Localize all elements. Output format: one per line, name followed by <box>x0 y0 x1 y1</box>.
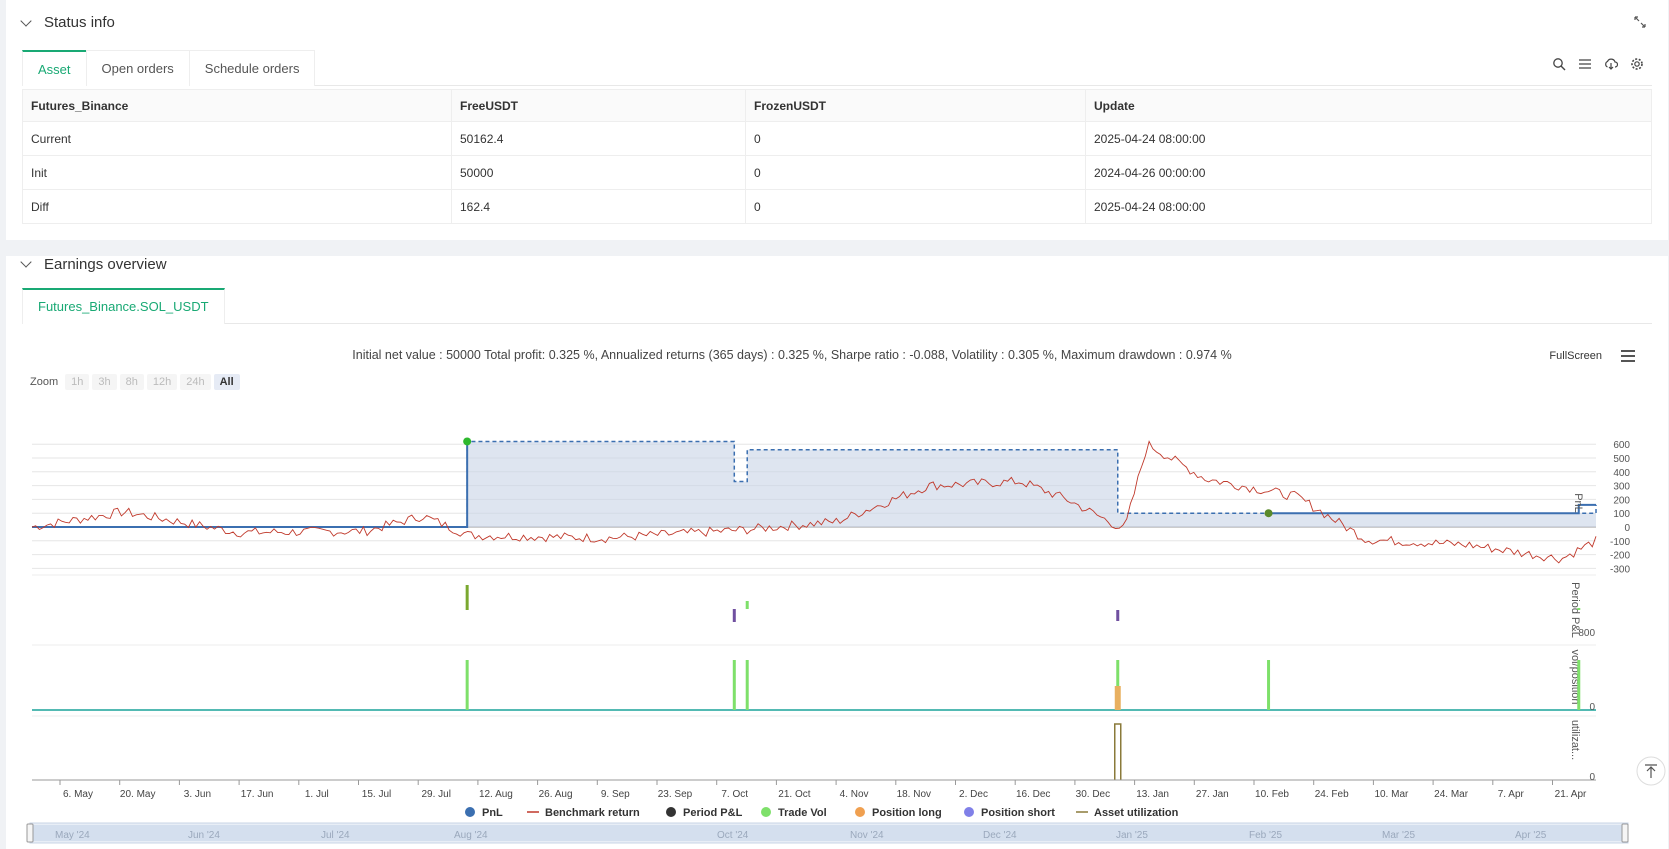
x-tick-label: 1. Jul <box>305 789 329 800</box>
legend-swatch[interactable] <box>964 807 974 817</box>
legend-item[interactable]: Position short <box>981 807 1055 819</box>
navigator-label: Jan '25 <box>1116 830 1148 841</box>
navigator-label: Jul '24 <box>321 830 350 841</box>
legend-swatch[interactable] <box>465 807 475 817</box>
pnl-marker <box>463 437 472 446</box>
period-pnl-bar <box>1577 608 1581 610</box>
pnl-line <box>1268 503 1596 515</box>
pane-label: utilizat... <box>1569 720 1581 760</box>
legend-swatch[interactable] <box>666 807 676 817</box>
y-tick-label: 500 <box>1613 454 1630 465</box>
trade-vol-bar <box>732 660 736 710</box>
x-tick-label: 15. Jul <box>362 789 391 800</box>
y-tick-label: -200 <box>1610 551 1630 562</box>
pane-label: PnL <box>1572 493 1584 513</box>
navigator-label: Nov '24 <box>850 830 884 841</box>
x-tick-label: 17. Jun <box>241 789 274 800</box>
navigator-handle-right[interactable] <box>1621 823 1629 843</box>
x-tick-label: 6. May <box>63 789 93 800</box>
x-tick-label: 23. Sep <box>658 789 693 800</box>
x-tick-label: 29. Jul <box>421 789 450 800</box>
navigator-label: Oct '24 <box>717 830 749 841</box>
x-tick-label: 7. Apr <box>1498 789 1525 800</box>
navigator-label: Feb '25 <box>1249 830 1282 841</box>
x-tick-label: 3. Jun <box>184 789 211 800</box>
legend-item[interactable]: Benchmark return <box>545 807 640 819</box>
trade-vol-bar <box>1577 660 1581 710</box>
x-tick-label: 24. Feb <box>1315 789 1349 800</box>
pnl-line <box>32 441 469 528</box>
earnings-chart: 600 500 400 300 200 100 0 -100 -200 -300 PnL Period… <box>26 437 1666 844</box>
navigator-label: Dec '24 <box>983 830 1017 841</box>
legend-item[interactable]: Asset utilization <box>1094 807 1179 819</box>
x-tick-label: 21. Oct <box>778 789 810 800</box>
y-tick-label: 600 <box>1613 440 1630 451</box>
navigator-label: Jun '24 <box>188 830 220 841</box>
position-long-bar <box>1114 686 1121 710</box>
y-tick-label: 0 <box>1624 523 1630 534</box>
legend-swatch[interactable] <box>855 807 865 817</box>
period-pnl-bar <box>465 585 469 610</box>
navigator-label: Mar '25 <box>1382 830 1415 841</box>
legend-item[interactable]: PnL <box>482 807 503 819</box>
trade-vol-bar <box>745 660 749 710</box>
x-tick-label: 12. Aug <box>479 789 513 800</box>
legend-item[interactable]: Trade Vol <box>778 807 827 819</box>
x-tick-label: 20. May <box>120 789 156 800</box>
x-tick-label: 18. Nov <box>897 789 931 800</box>
asset-utilization-line <box>1114 723 1122 780</box>
legend-swatch[interactable] <box>761 807 771 817</box>
navigator-label: Apr '25 <box>1515 830 1547 841</box>
x-tick-label: 27. Jan <box>1196 789 1229 800</box>
y-tick-label: -300 <box>1610 564 1630 575</box>
legend-item[interactable]: Position long <box>872 807 942 819</box>
pnl-marker <box>1264 509 1273 518</box>
navigator-label: Aug '24 <box>454 830 488 841</box>
y-tick-label: 100 <box>1613 509 1630 520</box>
trade-vol-bar <box>465 660 469 710</box>
x-tick-label: 24. Mar <box>1434 789 1469 800</box>
y-tick-label: 400 <box>1613 468 1630 479</box>
x-tick-label: 30. Dec <box>1076 789 1110 800</box>
y-tick-label: 300 <box>1613 482 1630 493</box>
period-pnl-bar <box>745 601 749 609</box>
period-axis-label: -800 <box>1575 628 1595 639</box>
trade-vol-bar <box>1267 660 1271 710</box>
util-axis-label: 0 <box>1589 772 1595 783</box>
x-tick-label: 10. Mar <box>1374 789 1409 800</box>
x-tick-label: 21. Apr <box>1555 789 1587 800</box>
x-tick-label: 13. Jan <box>1136 789 1169 800</box>
x-tick-label: 10. Feb <box>1255 789 1289 800</box>
x-tick-label: 7. Oct <box>721 789 748 800</box>
legend-item[interactable]: Period P&L <box>683 807 743 819</box>
y-tick-label: 200 <box>1613 495 1630 506</box>
x-tick-label: 4. Nov <box>840 789 869 800</box>
period-pnl-bar <box>732 609 736 622</box>
x-tick-label: 16. Dec <box>1016 789 1050 800</box>
x-tick-label: 9. Sep <box>601 789 630 800</box>
navigator-handle-left[interactable] <box>26 823 34 843</box>
vol-axis-label: 0 <box>1589 702 1595 713</box>
x-tick-label: 26. Aug <box>539 789 573 800</box>
y-tick-label: -100 <box>1610 537 1630 548</box>
period-pnl-bar <box>1116 610 1120 621</box>
navigator-label: May '24 <box>55 830 90 841</box>
x-tick-label: 2. Dec <box>959 789 988 800</box>
